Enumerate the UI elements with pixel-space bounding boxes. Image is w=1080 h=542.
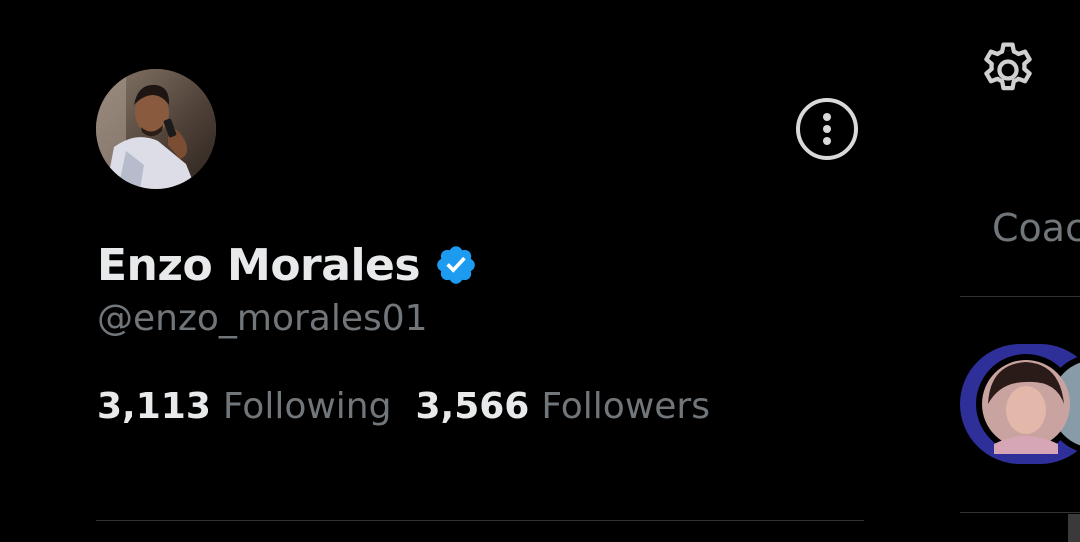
drawer-divider [96,520,864,521]
background-divider-bottom [960,512,1080,513]
following-label: Following [222,386,392,427]
story-avatars[interactable] [960,344,1080,464]
profile-handle: @enzo_morales01 [97,298,428,339]
display-name[interactable]: Enzo Morales [97,240,421,291]
verified-badge-icon [437,246,475,284]
profile-avatar[interactable] [96,69,216,189]
followers-stat[interactable]: 3,566 Followers [415,386,710,427]
profile-stats: 3,113 Following 3,566 Followers [97,386,710,427]
profile-drawer: Enzo Morales @enzo_morales01 3,113 Follo… [0,0,960,542]
avatar-photo [96,69,216,189]
background-element [1068,514,1080,542]
more-options-icon [823,113,831,145]
gear-icon[interactable] [976,38,1040,102]
followers-label: Followers [541,386,710,427]
background-tab-label[interactable]: Coac [992,206,1080,250]
followers-count: 3,566 [415,386,530,427]
background-divider [960,296,1080,297]
following-stat[interactable]: 3,113 Following [97,386,391,427]
name-row: Enzo Morales [97,236,478,294]
following-count: 3,113 [97,386,211,427]
more-options-button[interactable] [796,98,858,160]
